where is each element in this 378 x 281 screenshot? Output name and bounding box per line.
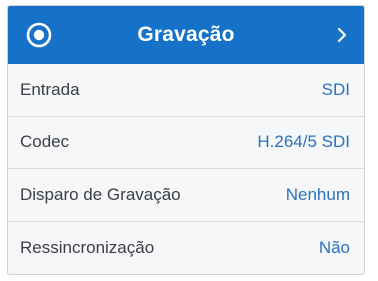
setting-value-codec[interactable]: H.264/5 SDI	[257, 132, 350, 152]
setting-value-record-trigger[interactable]: Nenhum	[286, 185, 350, 205]
recording-settings-panel: Gravação Entrada SDI Codec H.264/5 SDI D…	[7, 5, 365, 275]
setting-row-input[interactable]: Entrada SDI	[8, 64, 364, 117]
recording-header[interactable]: Gravação	[8, 6, 364, 64]
recording-title: Gravação	[137, 23, 235, 46]
setting-row-record-trigger[interactable]: Disparo de Gravação Nenhum	[8, 169, 364, 222]
setting-value-input[interactable]: SDI	[322, 80, 350, 100]
setting-label-record-trigger: Disparo de Gravação	[20, 184, 181, 204]
setting-label-codec: Codec	[20, 132, 70, 152]
chevron-right-icon[interactable]	[336, 25, 348, 45]
setting-label-resync: Ressincronização	[20, 237, 155, 257]
settings-list: Entrada SDI Codec H.264/5 SDI Disparo de…	[8, 64, 364, 274]
setting-row-codec[interactable]: Codec H.264/5 SDI	[8, 116, 364, 169]
setting-row-resync[interactable]: Ressincronização Não	[8, 221, 364, 274]
setting-value-resync[interactable]: Não	[319, 238, 350, 258]
setting-label-input: Entrada	[20, 79, 80, 99]
